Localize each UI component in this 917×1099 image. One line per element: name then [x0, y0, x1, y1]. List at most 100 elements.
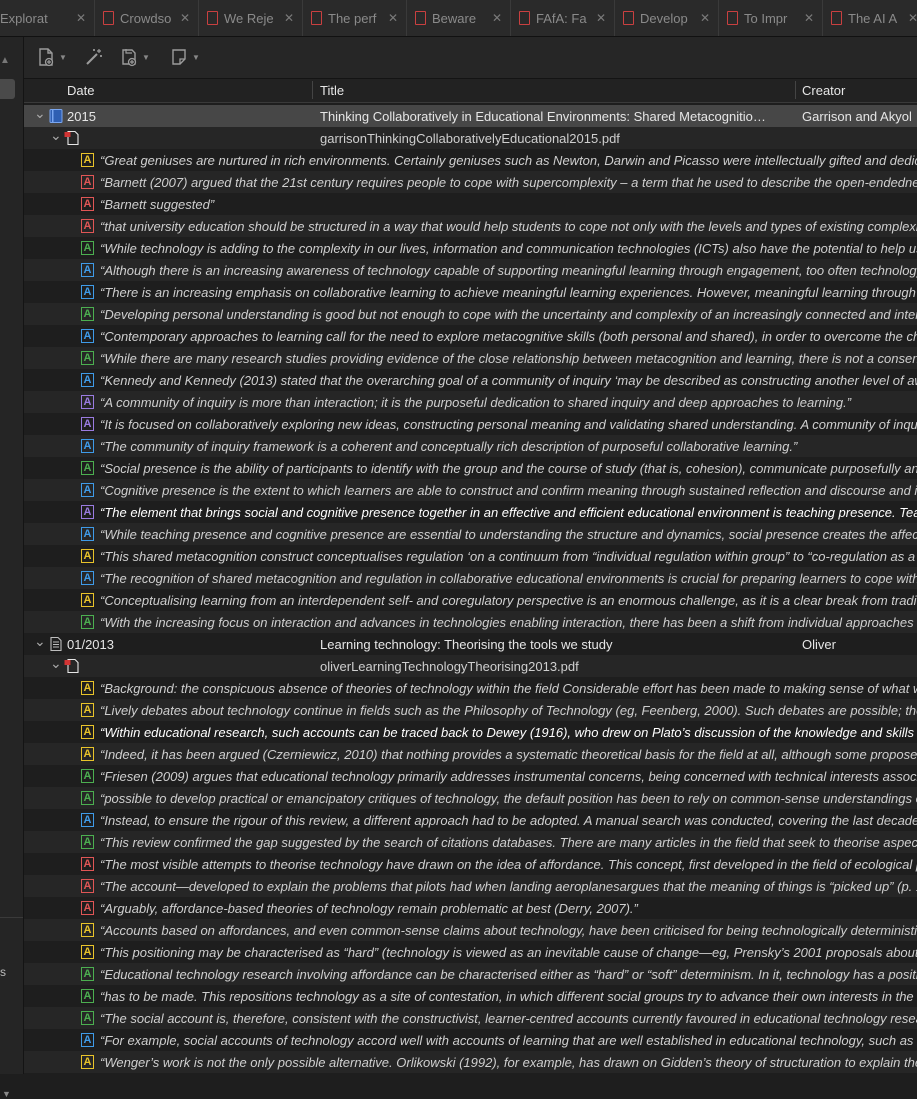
highlight-annotation-icon: A [81, 1033, 94, 1047]
annotation-row[interactable]: A “Accounts based on affordances, and eve… [24, 919, 917, 941]
add-attachment-button[interactable]: ▼ [119, 46, 150, 68]
annotation-row[interactable]: A “Friesen (2009) argues that educational… [24, 765, 917, 787]
column-divider[interactable] [312, 81, 313, 99]
attachment-row[interactable]: ⌄ oliverLearningTechnologyTheorising2013.… [24, 655, 917, 677]
annotation-text: “The most visible attempts to theorise t… [100, 857, 917, 872]
annotation-row[interactable]: A “While there are many research studies … [24, 347, 917, 369]
selected-collection-marker[interactable] [0, 79, 15, 99]
attachment-row[interactable]: ⌄ garrisonThinkingCollaborativelyEducatio… [24, 127, 917, 149]
tab[interactable]: Crowdso ✕ [95, 0, 199, 36]
annotation-row[interactable]: A “This review confirmed the gap suggeste… [24, 831, 917, 853]
annotation-text: “has to be made. This repositions techno… [100, 989, 917, 1004]
annotation-row[interactable]: A “Conceptualising learning from an inter… [24, 589, 917, 611]
annotation-row[interactable]: A “has to be made. This repositions techn… [24, 985, 917, 1007]
annotation-row[interactable]: A “The element that brings social and cog… [24, 501, 917, 523]
annotation-row[interactable]: A “With the increasing focus on interacti… [24, 611, 917, 633]
annotation-row[interactable]: A “It is focused on collaboratively explo… [24, 413, 917, 435]
annotation-row[interactable]: A “There is an increasing emphasis on col… [24, 281, 917, 303]
annotation-row[interactable]: A “For example, social accounts of techno… [24, 1029, 917, 1051]
item-creator: Oliver [802, 637, 836, 652]
close-icon[interactable]: ✕ [284, 11, 294, 25]
annotation-text: “A community of inquiry is more than int… [100, 395, 852, 410]
close-icon[interactable]: ✕ [700, 11, 710, 25]
annotation-row[interactable]: A “While teaching presence and cognitive … [24, 523, 917, 545]
items-toolbar: ▼ ▼ ▼ [24, 37, 917, 79]
annotation-row[interactable]: A “The social account is, therefore, cons… [24, 1007, 917, 1029]
disclosure-chevron-icon[interactable]: ⌄ [34, 633, 46, 650]
tab[interactable]: Beware ✕ [407, 0, 511, 36]
annotation-row[interactable]: A “possible to develop practical or emanc… [24, 787, 917, 809]
item-row[interactable]: ⌄ 2015 Thinking Collaboratively in Educati… [24, 105, 917, 127]
item-row[interactable]: ⌄ 01/2013 Learning technology: Theorising … [24, 633, 917, 655]
tab[interactable]: Explorat ✕ [0, 0, 95, 36]
disclosure-chevron-icon[interactable]: ⌄ [34, 105, 46, 122]
column-date[interactable]: Date [67, 83, 94, 98]
chevron-down-icon[interactable]: ▼ [2, 1089, 11, 1099]
tab[interactable]: The AI A ✕ [823, 0, 917, 36]
annotation-row[interactable]: A “Developing personal understanding is g… [24, 303, 917, 325]
annotation-text: “Barnett suggested” [100, 197, 215, 212]
magic-wand-button[interactable] [84, 46, 104, 68]
close-icon[interactable]: ✕ [76, 11, 86, 25]
annotation-row[interactable]: A “The recognition of shared metacognitio… [24, 567, 917, 589]
annotation-row[interactable]: A “This positioning may be characterised … [24, 941, 917, 963]
tab[interactable]: Develop ✕ [615, 0, 719, 36]
annotation-text: “that university education should be str… [100, 219, 917, 234]
tab-label: Develop [640, 10, 688, 26]
annotation-row[interactable]: A “Great geniuses are nurtured in rich en… [24, 149, 917, 171]
annotation-row[interactable]: A “Background: the conspicuous absence of… [24, 677, 917, 699]
close-icon[interactable]: ✕ [804, 11, 814, 25]
close-icon[interactable]: ✕ [388, 11, 398, 25]
close-icon[interactable]: ✕ [596, 11, 606, 25]
annotation-row[interactable]: A “Barnett (2007) argued that the 21st ce… [24, 171, 917, 193]
tab[interactable]: To Impr ✕ [719, 0, 823, 36]
tab[interactable]: We Reje ✕ [199, 0, 303, 36]
annotation-row[interactable]: A “This shared metacognition construct co… [24, 545, 917, 567]
annotation-row[interactable]: A “The account—developed to explain the p… [24, 875, 917, 897]
annotation-row[interactable]: A “While technology is adding to the comp… [24, 237, 917, 259]
annotation-row[interactable]: A “Within educational research, such acco… [24, 721, 917, 743]
disclosure-chevron-icon[interactable]: ⌄ [50, 655, 62, 672]
annotation-row[interactable]: A “Lively debates about technology contin… [24, 699, 917, 721]
new-note-button[interactable]: ▼ [169, 46, 200, 68]
highlight-annotation-icon: A [81, 153, 94, 167]
highlight-annotation-icon: A [81, 417, 94, 431]
column-creator[interactable]: Creator [802, 83, 845, 98]
collections-pane: ▲ s ▼ [0, 37, 24, 1099]
annotation-text: “Cognitive presence is the extent to whi… [100, 483, 917, 498]
annotation-row[interactable]: A “Wenger’s work is not the only possible… [24, 1051, 917, 1073]
tab[interactable]: The perf ✕ [303, 0, 407, 36]
annotation-row[interactable]: A “Social presence is the ability of part… [24, 457, 917, 479]
annotation-row[interactable]: A “A community of inquiry is more than in… [24, 391, 917, 413]
pdf-icon [103, 11, 114, 25]
annotation-text: “Within educational research, such accou… [100, 725, 917, 740]
annotation-row[interactable]: A “Indeed, it has been argued (Czerniewic… [24, 743, 917, 765]
item-date: 2015 [67, 109, 96, 124]
highlight-annotation-icon: A [81, 197, 94, 211]
annotation-row[interactable]: A “Educational technology research involv… [24, 963, 917, 985]
annotation-row[interactable]: A “Kennedy and Kennedy (2013) stated that… [24, 369, 917, 391]
pdf-icon [311, 11, 322, 25]
annotation-row[interactable]: A “Arguably, affordance-based theories of… [24, 897, 917, 919]
annotation-row[interactable]: A “Barnett suggested” [24, 193, 917, 215]
annotation-row[interactable]: A “that university education should be st… [24, 215, 917, 237]
annotation-text: “This shared metacognition construct con… [100, 549, 916, 564]
column-divider[interactable] [795, 81, 796, 99]
annotation-row[interactable]: A “Instead, to ensure the rigour of this … [24, 809, 917, 831]
annotation-row[interactable]: A “The most visible attempts to theorise … [24, 853, 917, 875]
close-icon[interactable]: ✕ [180, 11, 190, 25]
sidebar-partial-label: s [0, 965, 6, 979]
tab-label: The AI A [848, 10, 898, 26]
tab[interactable]: FAfA: Fa ✕ [511, 0, 615, 36]
annotation-text: “Great geniuses are nurtured in rich env… [100, 153, 917, 168]
annotation-row[interactable]: A “Although there is an increasing awaren… [24, 259, 917, 281]
annotation-row[interactable]: A “Cognitive presence is the extent to wh… [24, 479, 917, 501]
close-icon[interactable]: ✕ [908, 11, 917, 25]
disclosure-chevron-icon[interactable]: ⌄ [50, 127, 62, 144]
new-item-button[interactable]: ▼ [36, 46, 67, 68]
highlight-annotation-icon: A [81, 527, 94, 541]
annotation-row[interactable]: A “The community of inquiry framework is … [24, 435, 917, 457]
column-title[interactable]: Title [320, 83, 344, 98]
close-icon[interactable]: ✕ [492, 11, 502, 25]
annotation-row[interactable]: A “Contemporary approaches to learning ca… [24, 325, 917, 347]
